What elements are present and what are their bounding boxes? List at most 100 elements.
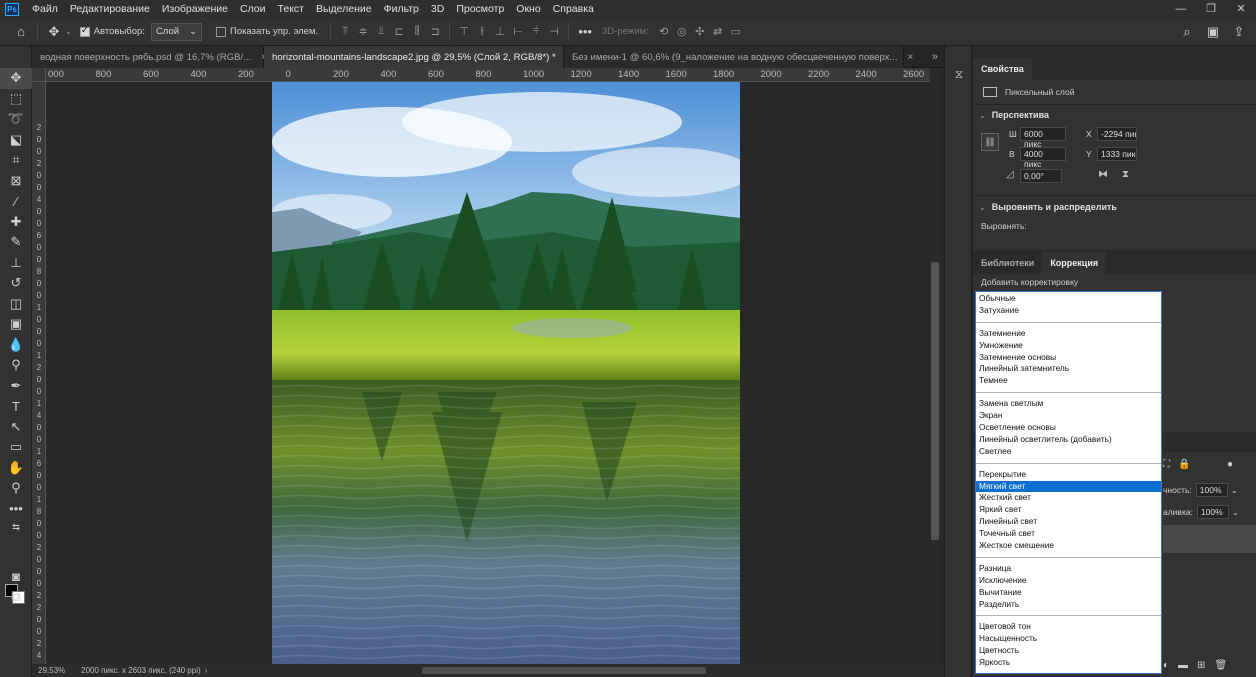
menu-item[interactable]: Слои xyxy=(234,3,272,15)
blend-mode-option[interactable]: Цветность xyxy=(976,645,1161,657)
3d-roll-icon[interactable]: ◎ xyxy=(673,23,691,41)
blend-mode-option[interactable]: Затемнение xyxy=(976,328,1161,340)
blend-mode-option[interactable]: Жесткое смешение xyxy=(976,540,1161,552)
rectangle-tool-icon[interactable]: ▭ xyxy=(0,437,32,458)
scrollbar-thumb[interactable] xyxy=(931,262,939,540)
3d-orbit-icon[interactable]: ⟲ xyxy=(655,23,673,41)
blend-mode-option[interactable]: Линейный затемнитель xyxy=(976,363,1161,375)
new-group-icon[interactable]: ▬ xyxy=(1178,660,1188,671)
blend-mode-option[interactable]: Вычитание xyxy=(976,587,1161,599)
canvas-area[interactable] xyxy=(46,82,930,664)
blend-mode-option[interactable]: Жесткий свет xyxy=(976,492,1161,504)
menu-item[interactable]: Фильтр xyxy=(378,3,425,15)
blend-mode-option[interactable]: Яркость xyxy=(976,657,1161,669)
align-left-icon[interactable]: ⊏ xyxy=(390,23,408,41)
align-hcenter-icon[interactable]: ⫼ xyxy=(408,23,426,41)
pen-tool-icon[interactable]: ✒ xyxy=(0,376,32,397)
tab-correction[interactable]: Коррекция xyxy=(1042,252,1107,274)
gradient-tool-icon[interactable]: ▣ xyxy=(0,314,32,335)
menu-item[interactable]: 3D xyxy=(425,3,450,15)
blend-mode-option[interactable]: Затухание xyxy=(976,305,1161,317)
eyedropper-tool-icon[interactable]: ⁄ xyxy=(0,191,32,212)
align-top-icon[interactable]: ⫪ xyxy=(336,23,354,41)
angle-field[interactable]: 0,00° xyxy=(1020,169,1062,183)
width-field[interactable]: 6000 пикс xyxy=(1020,127,1066,149)
lasso-tool-icon[interactable]: ➰ xyxy=(0,109,32,130)
blend-mode-option[interactable]: Яркий свет xyxy=(976,504,1161,516)
blur-tool-icon[interactable]: 💧 xyxy=(0,335,32,356)
blend-mode-option[interactable]: Линейный свет xyxy=(976,516,1161,528)
opacity-field[interactable]: 100% xyxy=(1195,483,1228,497)
horizontal-ruler[interactable]: 000 800 600 400 200 0 200 400 600 800 1000 1200 1400… xyxy=(46,68,930,82)
chevron-down-icon[interactable]: ⌄ xyxy=(65,27,72,36)
share-icon[interactable]: ⇪ xyxy=(1228,21,1250,43)
menu-item[interactable]: Редактирование xyxy=(64,3,156,15)
blend-mode-option[interactable]: Темнее xyxy=(976,375,1161,387)
menu-item[interactable]: Справка xyxy=(547,3,600,15)
blend-mode-option[interactable]: Исключение xyxy=(976,575,1161,587)
perspective-header[interactable]: ⌄ Перспектива xyxy=(973,105,1256,125)
brush-tool-icon[interactable]: ✎ xyxy=(0,232,32,253)
tab-properties[interactable]: Свойства xyxy=(973,58,1032,80)
clone-stamp-tool-icon[interactable]: ⊥ xyxy=(0,253,32,274)
menu-item[interactable]: Окно xyxy=(510,3,546,15)
y-field[interactable]: 1333 пикс xyxy=(1097,147,1137,161)
distribute-top-icon[interactable]: ⊤ xyxy=(455,23,473,41)
fill-field[interactable]: 100% xyxy=(1196,505,1229,519)
zoom-tool-icon[interactable]: ⚲ xyxy=(0,478,32,499)
minimize-icon[interactable]: — xyxy=(1166,0,1196,18)
more-options-icon[interactable]: ••• xyxy=(574,21,596,43)
blend-mode-option[interactable]: Затемнение основы xyxy=(976,352,1161,364)
lock-position-icon[interactable]: ⛶ xyxy=(1163,459,1170,470)
blend-mode-option[interactable]: Разница xyxy=(976,563,1161,575)
vertical-scrollbar[interactable] xyxy=(930,68,940,664)
tab-libraries[interactable]: Библиотеки xyxy=(973,252,1042,274)
tab-document-untitled[interactable]: Без имени-1 @ 60,6% (9_наложение на водн… xyxy=(564,46,913,68)
path-select-tool-icon[interactable]: ↖ xyxy=(0,417,32,438)
eraser-tool-icon[interactable]: ◫ xyxy=(0,294,32,315)
height-field[interactable]: 4000 пикс xyxy=(1020,147,1066,169)
align-right-icon[interactable]: ⊐ xyxy=(426,23,444,41)
blend-mode-option[interactable]: Мягкий свет xyxy=(976,480,1161,493)
blend-mode-option[interactable]: Замена светлым xyxy=(976,398,1161,410)
chevron-right-icon[interactable]: › xyxy=(205,666,208,675)
show-transform-checkbox[interactable] xyxy=(216,26,227,37)
align-header[interactable]: ⌄ Выровнять и распределить xyxy=(973,196,1256,218)
distribute-vcenter-icon[interactable]: ⫲ xyxy=(473,23,491,41)
chevron-down-icon[interactable]: ⌄ xyxy=(1231,485,1238,496)
filter-toggle-icon[interactable]: ● xyxy=(1227,459,1233,470)
blend-mode-option[interactable]: Насыщенность xyxy=(976,633,1161,645)
screen-mode-icon[interactable]: ⧉ xyxy=(0,587,32,608)
distribute-bottom-icon[interactable]: ⊥ xyxy=(491,23,509,41)
dodge-tool-icon[interactable]: ⚲ xyxy=(0,355,32,376)
blend-mode-option[interactable]: Умножение xyxy=(976,340,1161,352)
zoom-level[interactable]: 29,53% xyxy=(38,666,65,675)
quick-mask-icon[interactable]: ◙ xyxy=(0,566,32,587)
menu-item[interactable]: Файл xyxy=(26,3,64,15)
swap-colors-icon[interactable]: ⇆ xyxy=(0,519,32,535)
history-panel-icon[interactable]: ⧖ xyxy=(945,62,973,86)
history-brush-tool-icon[interactable]: ↺ xyxy=(0,273,32,294)
type-tool-icon[interactable]: T xyxy=(0,396,32,417)
3d-pan-icon[interactable]: ✣ xyxy=(691,23,709,41)
restore-icon[interactable]: ❐ xyxy=(1196,0,1226,18)
home-icon[interactable]: ⌂ xyxy=(10,21,32,43)
autoselect-checkbox[interactable] xyxy=(79,25,90,37)
3d-slide-icon[interactable]: ⇄ xyxy=(709,23,727,41)
layer-row-selected[interactable] xyxy=(1163,525,1256,553)
workspace-icon[interactable]: ▣ xyxy=(1202,21,1224,43)
align-vcenter-icon[interactable]: ≑ xyxy=(354,23,372,41)
blend-mode-option[interactable]: Перекрытие xyxy=(976,469,1161,481)
blend-mode-option[interactable]: Обычные xyxy=(976,293,1161,305)
menu-item[interactable]: Просмотр xyxy=(450,3,510,15)
distribute-right-icon[interactable]: ⊣ xyxy=(545,23,563,41)
distribute-hcenter-icon[interactable]: ⫩ xyxy=(527,23,545,41)
align-bottom-icon[interactable]: ⫫ xyxy=(372,23,390,41)
menu-item[interactable]: Текст xyxy=(272,3,310,15)
document-image[interactable] xyxy=(272,82,740,664)
chevron-down-icon[interactable]: ⌄ xyxy=(1232,507,1239,518)
close-icon[interactable]: ✕ xyxy=(1226,0,1256,18)
adjustment-layer-icon[interactable]: ◐ xyxy=(1163,660,1169,671)
marquee-tool-icon[interactable]: ⬚ xyxy=(0,89,32,110)
more-tools-icon[interactable]: ••• xyxy=(0,499,32,520)
